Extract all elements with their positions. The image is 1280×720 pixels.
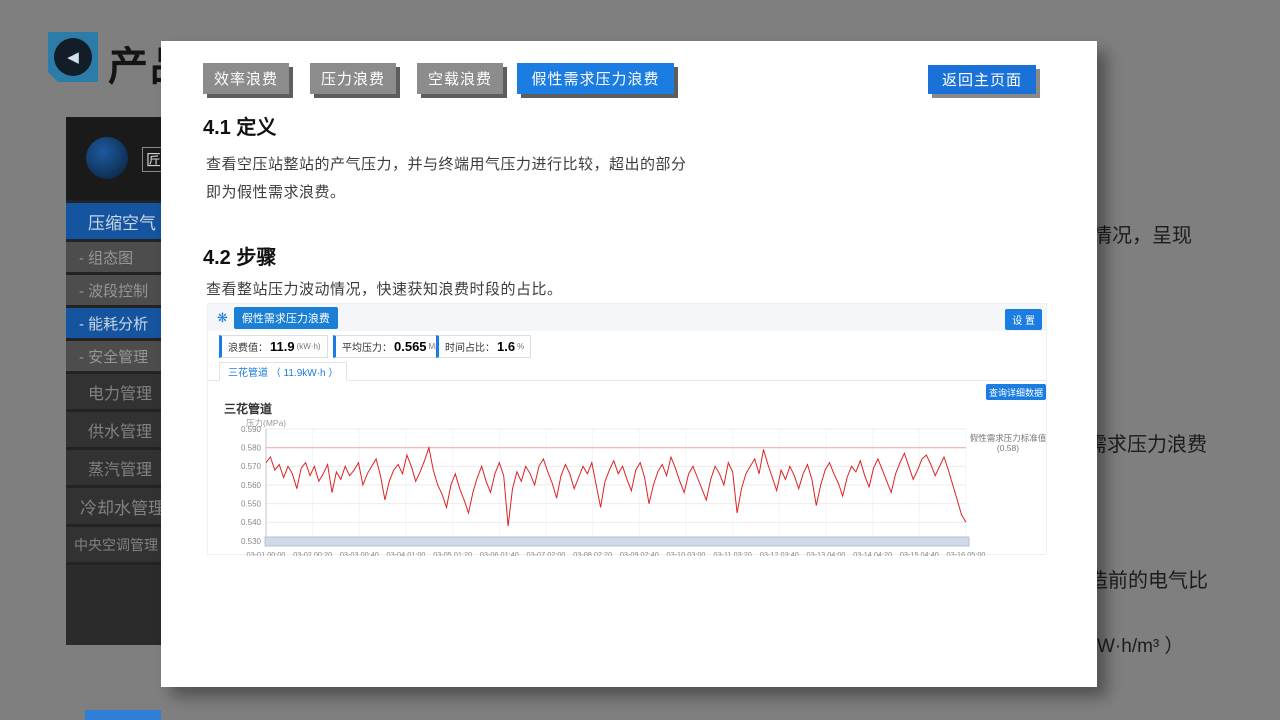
background-text-fragment-2: 需求压力浪费 [1087,428,1207,457]
settings-button[interactable]: 设 置 [1005,309,1042,330]
return-main-page-button[interactable]: 返回主页面 [928,65,1036,94]
svg-text:03-05 01:20: 03-05 01:20 [433,550,472,556]
svg-text:0.570: 0.570 [241,462,262,471]
stat-time-unit: % [517,342,524,351]
tab-noload-waste[interactable]: 空载浪费 [417,63,503,94]
svg-text:03-03 00:40: 03-03 00:40 [340,550,379,556]
embedded-app-screenshot: ❋ 假性需求压力浪费 设 置 浪费值： 11.9 (kW·h) 平均压力： 0.… [207,303,1047,555]
stat-waste-unit: (kW·h) [297,342,321,351]
stat-time-ratio: 时间占比： 1.6 % [436,335,531,358]
svg-text:03-13 04:00: 03-13 04:00 [807,550,846,556]
section-4-1-line2: 即为假性需求浪费。 [206,181,346,202]
back-arrow-icon: ◀ [54,38,92,76]
svg-text:0.560: 0.560 [241,481,262,490]
query-detail-button[interactable]: 查询详细数据 [986,384,1046,400]
pipe-tab-sanhua[interactable]: 三花管道 （ 11.9kW·h ） [219,362,347,381]
svg-text:03-07 02:00: 03-07 02:00 [527,550,566,556]
svg-text:03-15 04:40: 03-15 04:40 [900,550,939,556]
reference-label-line2: (0.58) [968,443,1048,453]
slide-back-logo: ◀ [48,32,98,82]
svg-text:03-16 05:00: 03-16 05:00 [947,550,986,556]
stat-pressure-label: 平均压力： [342,339,392,354]
svg-text:0.580: 0.580 [241,443,262,452]
stat-waste-value: 浪费值： 11.9 (kW·h) [219,335,328,358]
tab-efficiency-waste[interactable]: 效率浪费 [203,63,289,94]
waste-badge-icon: ❋ [217,310,228,326]
svg-text:03-11 03:20: 03-11 03:20 [713,550,751,556]
svg-text:03-10 03:00: 03-10 03:00 [667,550,706,556]
svg-text:03-14 04:20: 03-14 04:20 [853,550,892,556]
svg-text:0.550: 0.550 [241,499,262,508]
stat-time-number: 1.6 [497,339,515,354]
app-header-bar: ❋ 假性需求压力浪费 设 置 [208,304,1046,331]
svg-text:03-04 01:00: 03-04 01:00 [387,550,426,556]
section-4-2-body: 查看整站压力波动情况，快速获知浪费时段的占比。 [206,278,563,299]
stat-avg-pressure: 平均压力： 0.565 Mpa [333,335,451,358]
chart-y-axis-label: 压力(MPa) [246,417,286,429]
background-text-fragment-4: W·h/m³ ） [1097,631,1184,658]
sidebar-logo-icon [86,137,128,179]
stat-pressure-number: 0.565 [394,339,427,354]
svg-text:03-12 03:40: 03-12 03:40 [760,550,799,556]
section-4-2-title: 4.2 步骤 [203,241,276,270]
stat-time-label: 时间占比： [445,339,495,354]
help-modal: 效率浪费 压力浪费 空载浪费 假性需求压力浪费 返回主页面 4.1 定义 查看空… [161,41,1097,687]
svg-text:03-01 00:00: 03-01 00:00 [247,550,286,556]
svg-text:03-06 01:40: 03-06 01:40 [480,550,519,556]
reference-line-annotation: 假性需求压力标准值 (0.58) [968,433,1048,453]
chart-title: 三花管道 [224,400,272,417]
tab-pressure-waste[interactable]: 压力浪费 [310,63,396,94]
tab-false-demand-pressure-waste[interactable]: 假性需求压力浪费 [517,63,674,94]
app-header-badge: 假性需求压力浪费 [234,307,338,329]
section-4-1-title: 4.1 定义 [203,111,276,140]
svg-text:0.530: 0.530 [241,537,262,546]
stat-waste-label: 浪费值： [228,339,268,354]
svg-text:0.540: 0.540 [241,518,262,527]
svg-text:03-02 00:20: 03-02 00:20 [293,550,332,556]
background-text-fragment-3: 造前的电气比 [1088,564,1208,593]
stat-waste-number: 11.9 [270,339,295,354]
section-4-1-line1: 查看空压站整站的产气压力，并与终端用气压力进行比较，超出的部分 [206,153,687,174]
svg-text:03-09 02:40: 03-09 02:40 [620,550,659,556]
background-text-fragment-1: 情况，呈现 [1092,219,1192,248]
reference-label-line1: 假性需求压力标准值 [968,433,1048,443]
svg-text:03-08 02:20: 03-08 02:20 [573,550,612,556]
background-blue-strip [85,710,161,720]
